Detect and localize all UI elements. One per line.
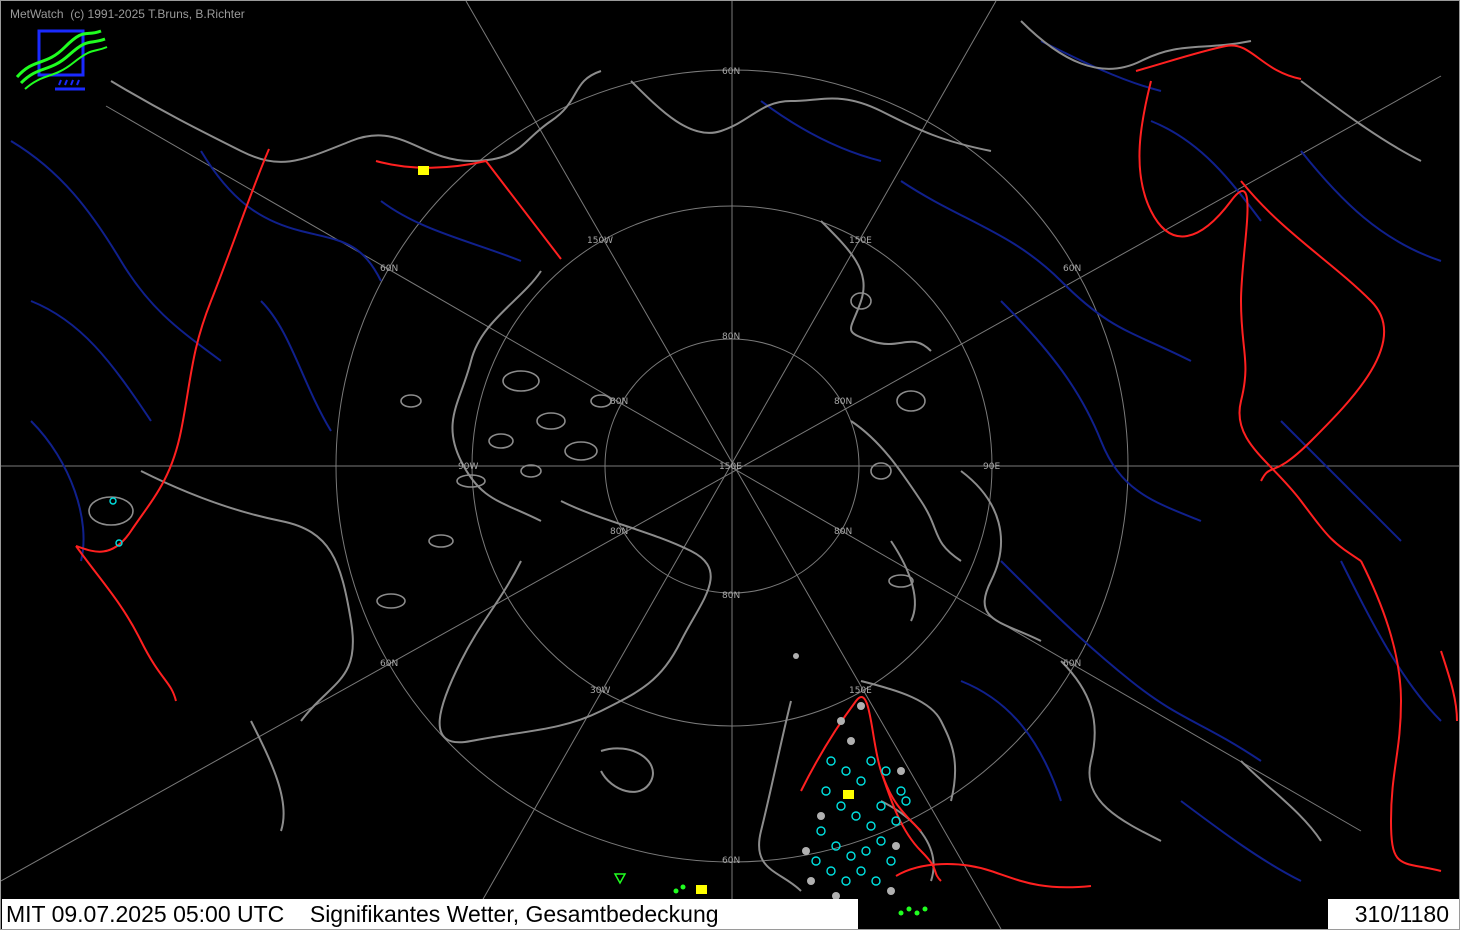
label-80n-right: 80N [834,397,852,407]
footer-title: MIT 09.07.2025 05:00 UTC Signifikantes W… [2,899,858,929]
fog-symbol [843,790,854,799]
coast-kamchatka [1020,20,1252,70]
label-80n-top: 80N [722,332,740,342]
label-150e: 150E [849,236,872,246]
label-pole: 150E [719,462,742,472]
valid-time: MIT 09.07.2025 05:00 UTC [6,901,285,927]
coast-east-siberia [820,220,932,352]
weather-symbols [418,166,928,916]
coast-iceland [600,747,654,793]
coast-labrador [250,720,285,832]
shower-symbol [613,873,627,885]
polar-weather-map[interactable]: 60N 80N 80N 80N 80N 80N 80N 60N 60N 60N … [1,1,1459,929]
meridian-4 [1,75,1442,882]
label-60n-bottom: 60N [722,856,740,866]
coast-scandinavia [758,700,802,892]
coast-alaska-north [110,70,602,163]
label-60n-top: 60N [722,67,740,77]
border-mongolia [1240,180,1385,482]
border-russia-east [1135,44,1302,80]
fog-symbol [696,885,707,894]
label-150e-lower: 150E [849,686,872,696]
label-80n-lowleft: 80N [610,527,628,537]
fog-symbol [418,166,429,175]
coast-canada-arctic [451,270,542,522]
product-name: Signifikantes Wetter, Gesamtbedeckung [309,901,719,927]
coast-greenland [438,500,712,744]
label-150w: 150W [587,236,613,246]
copyright-text: MetWatch (c) 1991-2025 T.Bruns, B.Richte… [10,7,245,21]
border-china-south [1360,560,1442,872]
coast-taymyr [850,420,962,562]
label-60n-right: 60N [1063,264,1081,274]
label-90w: 90W [458,462,478,472]
border-baltic [895,863,1092,889]
border-east-europe [1440,650,1458,722]
label-80n-left: 80N [610,397,628,407]
border-russia-china [1138,80,1362,562]
label-90e: 90E [983,462,1000,472]
coast-siberia-east [630,80,992,152]
coast-novaya-zemlya [890,540,916,622]
label-80n-bottom: 80N [722,591,740,601]
map-frame: 60N 80N 80N 80N 80N 80N 80N 60N 60N 60N … [0,0,1460,930]
coast-west-siberia [960,470,1042,642]
metwatch-logo-icon [15,29,108,91]
coastlines [110,20,1422,892]
label-30w: 30W [590,686,610,696]
border-canada-alaska [75,148,270,553]
station-markers [109,497,911,900]
islands [88,292,926,609]
coast-baltic [880,800,935,882]
coast-white-sea [1060,660,1162,842]
border-norway-sweden [800,696,922,832]
station-count: 310/1180 [1328,899,1459,929]
coast-hudson-bay [140,470,354,722]
label-60n-left: 60N [380,264,398,274]
label-60n-lowright: 60N [1063,659,1081,669]
border-us-canada [75,545,177,702]
label-80n-lowright: 80N [834,527,852,537]
label-60n-lowleft: 60N [380,659,398,669]
